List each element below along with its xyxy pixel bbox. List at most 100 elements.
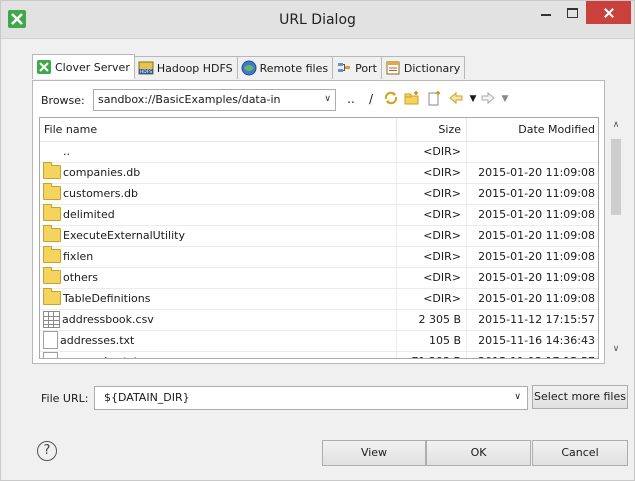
file-list: .. <DIR> companies.db <DIR> 2015-01-20 11:09… [40, 142, 598, 358]
table-row[interactable]: customers.db <DIR> 2015-01-20 11:09:08 [40, 183, 598, 205]
folder-icon [43, 204, 61, 221]
column-divider [396, 142, 397, 162]
folder-icon [43, 162, 61, 179]
file-name-cell: fixlen [43, 246, 393, 267]
file-date-modified: 2015-01-20 11:09:08 [478, 250, 595, 263]
table-row[interactable]: companies.db <DIR> 2015-01-20 11:09:08 [40, 162, 598, 184]
new-folder-icon[interactable] [403, 90, 421, 108]
table-row[interactable]: .. <DIR> [40, 142, 598, 163]
file-name: ExecuteExternalUtility [63, 229, 185, 242]
scroll-up-icon[interactable]: ∧ [611, 120, 621, 130]
file-size: <DIR> [423, 166, 461, 179]
folder-icon [43, 288, 61, 305]
view-button[interactable]: View [322, 440, 426, 466]
column-divider [396, 226, 397, 246]
tab-clover-server[interactable]: Clover Server [32, 54, 135, 79]
column-divider [466, 331, 467, 351]
column-header-name[interactable]: File name [44, 123, 97, 136]
file-name: addressbook.csv [62, 313, 154, 326]
file-url-combo[interactable]: ${DATAIN_DIR} ∨ [94, 386, 528, 410]
chevron-down-icon[interactable]: ∨ [514, 392, 521, 402]
tab-label: Hadoop HDFS [156, 61, 233, 75]
table-row[interactable]: companies.txt 71 293 B 2015-11-12 17:15:57 [40, 352, 598, 358]
file-date-modified [470, 142, 595, 162]
column-divider [466, 289, 467, 309]
chevron-down-icon[interactable]: ∨ [324, 94, 331, 104]
refresh-icon[interactable] [382, 90, 400, 108]
file-date-modified: 2015-01-20 11:09:08 [478, 208, 595, 221]
table-row[interactable]: addresses.txt 105 B 2015-11-16 14:36:43 [40, 331, 598, 352]
column-divider [466, 310, 467, 330]
port-icon [336, 60, 352, 76]
file-date-modified: 2015-01-20 11:09:08 [478, 229, 595, 242]
remote-files-icon [241, 60, 257, 76]
tab-port[interactable]: Port [332, 56, 382, 79]
table-row[interactable]: others <DIR> 2015-01-20 11:09:08 [40, 267, 598, 289]
file-name: companies.db [63, 166, 141, 179]
table-row[interactable]: addressbook.csv 2 305 B 2015-11-12 17:15:5… [40, 310, 598, 331]
file-name-cell: TableDefinitions [43, 288, 393, 309]
browse-path-value: sandbox://BasicExamples/data-in [98, 93, 281, 106]
file-date-modified: 2015-11-12 17:15:57 [470, 352, 595, 358]
column-divider [466, 268, 467, 288]
forward-history-dropdown-icon[interactable]: ▼ [496, 90, 514, 108]
file-name-cell: customers.db [43, 183, 393, 204]
file-name: .. [63, 145, 70, 158]
column-header-size[interactable]: Size [400, 123, 461, 136]
table-row[interactable]: fixlen <DIR> 2015-01-20 11:09:08 [40, 246, 598, 268]
title-bar[interactable]: URL Dialog [1, 1, 634, 39]
minimize-button[interactable] [532, 1, 559, 24]
file-date-modified: 2015-01-20 11:09:08 [478, 187, 595, 200]
scrollbar-thumb[interactable] [611, 139, 621, 215]
file-name-cell: addressbook.csv [43, 310, 393, 330]
select-more-files-button[interactable]: Select more files [532, 385, 628, 409]
folder-icon [43, 267, 61, 284]
new-file-icon[interactable] [425, 90, 443, 108]
tab-label: Clover Server [55, 60, 130, 74]
file-date-modified: 2015-01-20 11:09:08 [478, 292, 595, 305]
table-row[interactable]: delimited <DIR> 2015-01-20 11:09:08 [40, 204, 598, 226]
column-divider [396, 247, 397, 267]
parent-dir-button[interactable]: .. [342, 90, 360, 108]
back-arrow-icon[interactable] [447, 90, 465, 108]
file-size: <DIR> [423, 187, 461, 200]
file-date-modified: 2015-01-20 11:09:08 [478, 166, 595, 179]
folder-icon [43, 225, 61, 242]
browse-path-combo[interactable]: sandbox://BasicExamples/data-in ∨ [93, 89, 336, 111]
tab-remote-files[interactable]: Remote files [236, 56, 334, 79]
clover-server-panel: Browse: sandbox://BasicExamples/data-in … [32, 80, 625, 364]
text-file-icon [43, 331, 58, 349]
column-divider[interactable] [396, 118, 397, 141]
tab-label: Port [355, 61, 377, 75]
table-row[interactable]: ExecuteExternalUtility <DIR> 2015-01-20 11… [40, 225, 598, 247]
forward-arrow-icon[interactable] [479, 90, 497, 108]
table-row[interactable]: TableDefinitions <DIR> 2015-01-20 11:09:08 [40, 288, 598, 310]
folder-icon [43, 183, 61, 200]
column-divider [466, 247, 467, 267]
file-name-cell: ExecuteExternalUtility [43, 225, 393, 246]
ok-button[interactable]: OK [426, 440, 531, 466]
column-divider [396, 310, 397, 330]
tab-dictionary[interactable]: Dictionary [380, 56, 466, 79]
scroll-down-icon[interactable]: ∨ [611, 344, 621, 354]
cancel-button[interactable]: Cancel [532, 440, 628, 466]
file-name: addresses.txt [60, 334, 135, 347]
tab-label: Remote files [259, 61, 329, 75]
file-size: <DIR> [423, 145, 461, 158]
column-divider [396, 268, 397, 288]
root-dir-button[interactable]: / [362, 90, 380, 108]
help-icon[interactable]: ? [37, 441, 57, 461]
file-date-modified: 2015-11-12 17:15:57 [478, 313, 595, 326]
close-button[interactable] [586, 1, 631, 24]
vertical-scrollbar[interactable]: ∧ ∨ [608, 117, 625, 357]
file-name: customers.db [63, 187, 138, 200]
maximize-button[interactable] [559, 1, 585, 24]
spreadsheet-file-icon [43, 310, 60, 328]
file-name-cell: delimited [43, 204, 393, 225]
file-name-cell: addresses.txt [43, 331, 393, 351]
tab-hadoop-hdfs[interactable]: HDFS Hadoop HDFS [133, 56, 238, 79]
column-header-date[interactable]: Date Modified [470, 123, 595, 136]
file-size: 105 B [428, 334, 461, 347]
column-divider[interactable] [466, 118, 467, 141]
file-size: <DIR> [423, 208, 461, 221]
